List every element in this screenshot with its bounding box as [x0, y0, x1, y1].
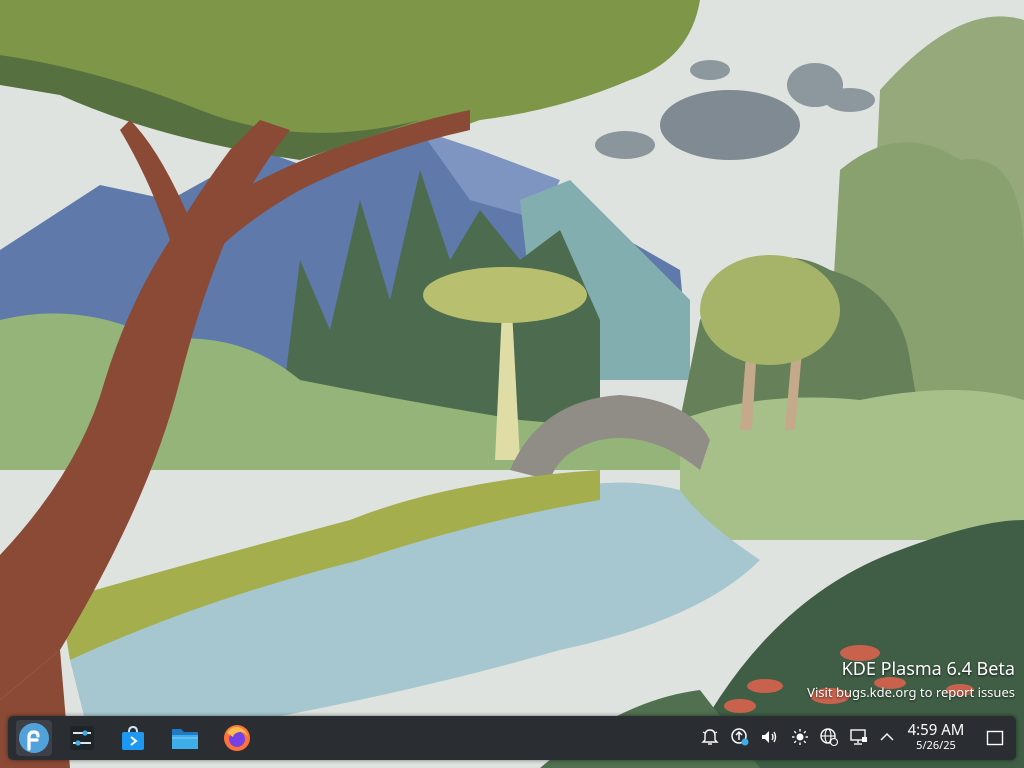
updates-button[interactable]: [729, 726, 751, 748]
brightness-button[interactable]: [789, 726, 811, 748]
clock-time: 4:59 AM: [907, 720, 965, 740]
globe-icon: [820, 728, 839, 747]
store-bag-icon: [122, 725, 144, 750]
bug-report-notice: Visit bugs.kde.org to report issues: [807, 683, 1015, 701]
folder-icon: [172, 729, 198, 749]
discover-launcher[interactable]: [115, 720, 151, 756]
plasma-version-watermark: KDE Plasma 6.4 Beta: [841, 657, 1015, 681]
firefox-icon: [224, 725, 250, 751]
show-desktop-button[interactable]: [983, 726, 1007, 750]
firefox-launcher[interactable]: [219, 720, 255, 756]
network-wired-icon: [850, 729, 867, 745]
volume-button[interactable]: [758, 726, 780, 748]
fedora-icon: [19, 723, 49, 753]
show-hidden-icons-button[interactable]: [876, 726, 898, 748]
update-icon: [731, 728, 749, 746]
digital-clock[interactable]: 4:59 AM 5/26/25: [904, 722, 968, 753]
application-launcher-button[interactable]: [16, 720, 52, 756]
dolphin-launcher[interactable]: [167, 720, 203, 756]
volume-icon: [762, 731, 777, 743]
brightness-icon: [792, 729, 808, 745]
desktop-wallpaper: [0, 0, 1024, 768]
clock-date: 5/26/25: [916, 738, 956, 753]
taskbar-panel: 4:59 AM 5/26/25: [8, 716, 1016, 760]
sliders-icon: [70, 726, 94, 750]
bell-icon: [701, 729, 719, 745]
network-button[interactable]: [848, 726, 870, 748]
notifications-button[interactable]: [699, 726, 721, 748]
keyboard-layout-button[interactable]: [818, 726, 840, 748]
system-settings-launcher[interactable]: [64, 720, 100, 756]
show-desktop-icon: [986, 730, 1004, 746]
chevron-up-icon: [880, 732, 894, 741]
